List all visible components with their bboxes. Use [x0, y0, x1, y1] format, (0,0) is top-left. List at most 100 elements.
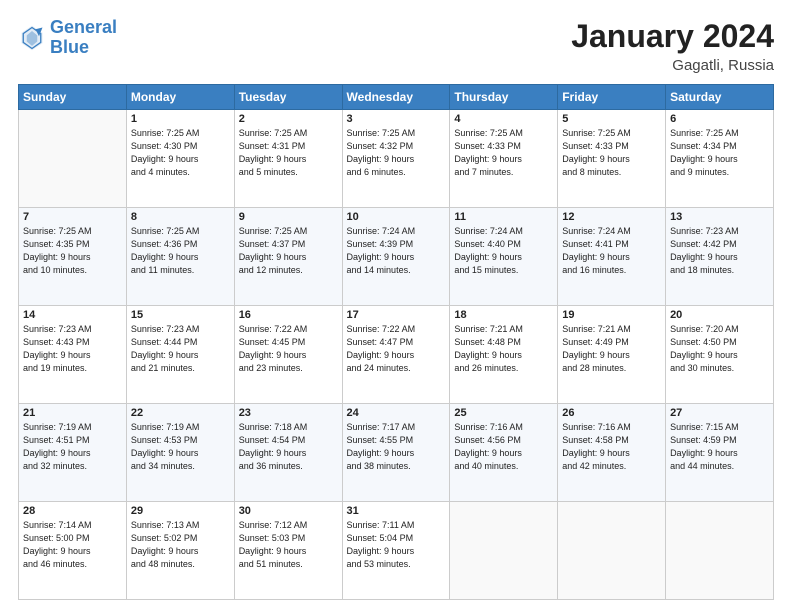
day-cell: 13 Sunrise: 7:23 AM Sunset: 4:42 PM Dayli… [666, 208, 774, 306]
column-header-thursday: Thursday [450, 85, 558, 110]
day-number: 17 [347, 309, 446, 321]
column-header-saturday: Saturday [666, 85, 774, 110]
day-number: 27 [670, 407, 769, 419]
day-info: Sunrise: 7:21 AM Sunset: 4:48 PM Dayligh… [454, 323, 553, 375]
day-number: 7 [23, 211, 122, 223]
column-header-sunday: Sunday [19, 85, 127, 110]
day-number: 6 [670, 113, 769, 125]
day-cell: 6 Sunrise: 7:25 AM Sunset: 4:34 PM Daylig… [666, 110, 774, 208]
day-number: 9 [239, 211, 338, 223]
day-cell [558, 502, 666, 600]
day-number: 4 [454, 113, 553, 125]
day-info: Sunrise: 7:22 AM Sunset: 4:47 PM Dayligh… [347, 323, 446, 375]
day-cell: 22 Sunrise: 7:19 AM Sunset: 4:53 PM Dayli… [126, 404, 234, 502]
day-number: 30 [239, 505, 338, 517]
page: General Blue January 2024 Gagatli, Russi… [0, 0, 792, 612]
week-row-3: 14Sunrise: 7:23 AM Sunset: 4:43 PM Dayli… [19, 306, 774, 404]
day-cell: 23 Sunrise: 7:18 AM Sunset: 4:54 PM Dayli… [234, 404, 342, 502]
day-cell: 11 Sunrise: 7:24 AM Sunset: 4:40 PM Dayli… [450, 208, 558, 306]
day-info: Sunrise: 7:25 AM Sunset: 4:31 PM Dayligh… [239, 127, 338, 179]
day-cell: 28 Sunrise: 7:14 AM Sunset: 5:00 PM Dayli… [19, 502, 127, 600]
column-header-row: SundayMondayTuesdayWednesdayThursdayFrid… [19, 85, 774, 110]
day-number: 29 [131, 505, 230, 517]
day-info: Sunrise: 7:25 AM Sunset: 4:37 PM Dayligh… [239, 225, 338, 277]
day-info: Sunrise: 7:14 AM Sunset: 5:00 PM Dayligh… [23, 519, 122, 571]
week-row-2: 7 Sunrise: 7:25 AM Sunset: 4:35 PM Daylig… [19, 208, 774, 306]
day-info: Sunrise: 7:24 AM Sunset: 4:41 PM Dayligh… [562, 225, 661, 277]
day-cell [450, 502, 558, 600]
day-cell: 20Sunrise: 7:20 AM Sunset: 4:50 PM Dayli… [666, 306, 774, 404]
day-number: 26 [562, 407, 661, 419]
day-cell: 2Sunrise: 7:25 AM Sunset: 4:31 PM Daylig… [234, 110, 342, 208]
day-cell: 10 Sunrise: 7:24 AM Sunset: 4:39 PM Dayli… [342, 208, 450, 306]
day-info: Sunrise: 7:23 AM Sunset: 4:43 PM Dayligh… [23, 323, 122, 375]
day-info: Sunrise: 7:13 AM Sunset: 5:02 PM Dayligh… [131, 519, 230, 571]
day-number: 24 [347, 407, 446, 419]
day-number: 1 [131, 113, 230, 125]
day-cell: 7 Sunrise: 7:25 AM Sunset: 4:35 PM Daylig… [19, 208, 127, 306]
day-number: 22 [131, 407, 230, 419]
day-cell: 18 Sunrise: 7:21 AM Sunset: 4:48 PM Dayli… [450, 306, 558, 404]
day-number: 13 [670, 211, 769, 223]
day-cell: 30 Sunrise: 7:12 AM Sunset: 5:03 PM Dayli… [234, 502, 342, 600]
logo-text: General Blue [50, 18, 117, 58]
day-number: 28 [23, 505, 122, 517]
day-info: Sunrise: 7:24 AM Sunset: 4:40 PM Dayligh… [454, 225, 553, 277]
day-cell: 31Sunrise: 7:11 AM Sunset: 5:04 PM Dayli… [342, 502, 450, 600]
day-info: Sunrise: 7:15 AM Sunset: 4:59 PM Dayligh… [670, 421, 769, 473]
day-info: Sunrise: 7:19 AM Sunset: 4:53 PM Dayligh… [131, 421, 230, 473]
day-cell: 4 Sunrise: 7:25 AM Sunset: 4:33 PM Daylig… [450, 110, 558, 208]
day-number: 23 [239, 407, 338, 419]
day-cell: 14Sunrise: 7:23 AM Sunset: 4:43 PM Dayli… [19, 306, 127, 404]
day-number: 3 [347, 113, 446, 125]
day-info: Sunrise: 7:21 AM Sunset: 4:49 PM Dayligh… [562, 323, 661, 375]
day-info: Sunrise: 7:22 AM Sunset: 4:45 PM Dayligh… [239, 323, 338, 375]
day-info: Sunrise: 7:24 AM Sunset: 4:39 PM Dayligh… [347, 225, 446, 277]
day-info: Sunrise: 7:18 AM Sunset: 4:54 PM Dayligh… [239, 421, 338, 473]
week-row-5: 28 Sunrise: 7:14 AM Sunset: 5:00 PM Dayli… [19, 502, 774, 600]
title-block: January 2024 Gagatli, Russia [571, 18, 774, 74]
day-number: 25 [454, 407, 553, 419]
day-number: 20 [670, 309, 769, 321]
column-header-wednesday: Wednesday [342, 85, 450, 110]
day-info: Sunrise: 7:19 AM Sunset: 4:51 PM Dayligh… [23, 421, 122, 473]
calendar-subtitle: Gagatli, Russia [571, 57, 774, 74]
day-cell: 16Sunrise: 7:22 AM Sunset: 4:45 PM Dayli… [234, 306, 342, 404]
day-number: 18 [454, 309, 553, 321]
day-info: Sunrise: 7:16 AM Sunset: 4:58 PM Dayligh… [562, 421, 661, 473]
day-cell: 26 Sunrise: 7:16 AM Sunset: 4:58 PM Dayli… [558, 404, 666, 502]
logo: General Blue [18, 18, 117, 58]
column-header-friday: Friday [558, 85, 666, 110]
day-info: Sunrise: 7:23 AM Sunset: 4:42 PM Dayligh… [670, 225, 769, 277]
day-cell: 12 Sunrise: 7:24 AM Sunset: 4:41 PM Dayli… [558, 208, 666, 306]
day-info: Sunrise: 7:25 AM Sunset: 4:35 PM Dayligh… [23, 225, 122, 277]
day-info: Sunrise: 7:25 AM Sunset: 4:34 PM Dayligh… [670, 127, 769, 179]
day-number: 10 [347, 211, 446, 223]
logo-line1: General [50, 17, 117, 37]
day-info: Sunrise: 7:12 AM Sunset: 5:03 PM Dayligh… [239, 519, 338, 571]
day-number: 11 [454, 211, 553, 223]
week-row-4: 21 Sunrise: 7:19 AM Sunset: 4:51 PM Dayli… [19, 404, 774, 502]
day-cell: 9 Sunrise: 7:25 AM Sunset: 4:37 PM Daylig… [234, 208, 342, 306]
day-cell: 5 Sunrise: 7:25 AM Sunset: 4:33 PM Daylig… [558, 110, 666, 208]
day-number: 5 [562, 113, 661, 125]
day-cell: 8Sunrise: 7:25 AM Sunset: 4:36 PM Daylig… [126, 208, 234, 306]
day-cell: 25Sunrise: 7:16 AM Sunset: 4:56 PM Dayli… [450, 404, 558, 502]
day-cell: 17 Sunrise: 7:22 AM Sunset: 4:47 PM Dayli… [342, 306, 450, 404]
day-cell: 3 Sunrise: 7:25 AM Sunset: 4:32 PM Daylig… [342, 110, 450, 208]
day-cell: 27 Sunrise: 7:15 AM Sunset: 4:59 PM Dayli… [666, 404, 774, 502]
calendar-table: SundayMondayTuesdayWednesdayThursdayFrid… [18, 84, 774, 600]
day-cell: 15 Sunrise: 7:23 AM Sunset: 4:44 PM Dayli… [126, 306, 234, 404]
day-number: 19 [562, 309, 661, 321]
day-info: Sunrise: 7:23 AM Sunset: 4:44 PM Dayligh… [131, 323, 230, 375]
day-info: Sunrise: 7:25 AM Sunset: 4:33 PM Dayligh… [562, 127, 661, 179]
logo-icon [18, 24, 46, 52]
day-info: Sunrise: 7:25 AM Sunset: 4:32 PM Dayligh… [347, 127, 446, 179]
day-number: 15 [131, 309, 230, 321]
day-info: Sunrise: 7:25 AM Sunset: 4:33 PM Dayligh… [454, 127, 553, 179]
day-number: 12 [562, 211, 661, 223]
day-number: 21 [23, 407, 122, 419]
day-info: Sunrise: 7:25 AM Sunset: 4:36 PM Dayligh… [131, 225, 230, 277]
column-header-monday: Monday [126, 85, 234, 110]
day-cell [19, 110, 127, 208]
